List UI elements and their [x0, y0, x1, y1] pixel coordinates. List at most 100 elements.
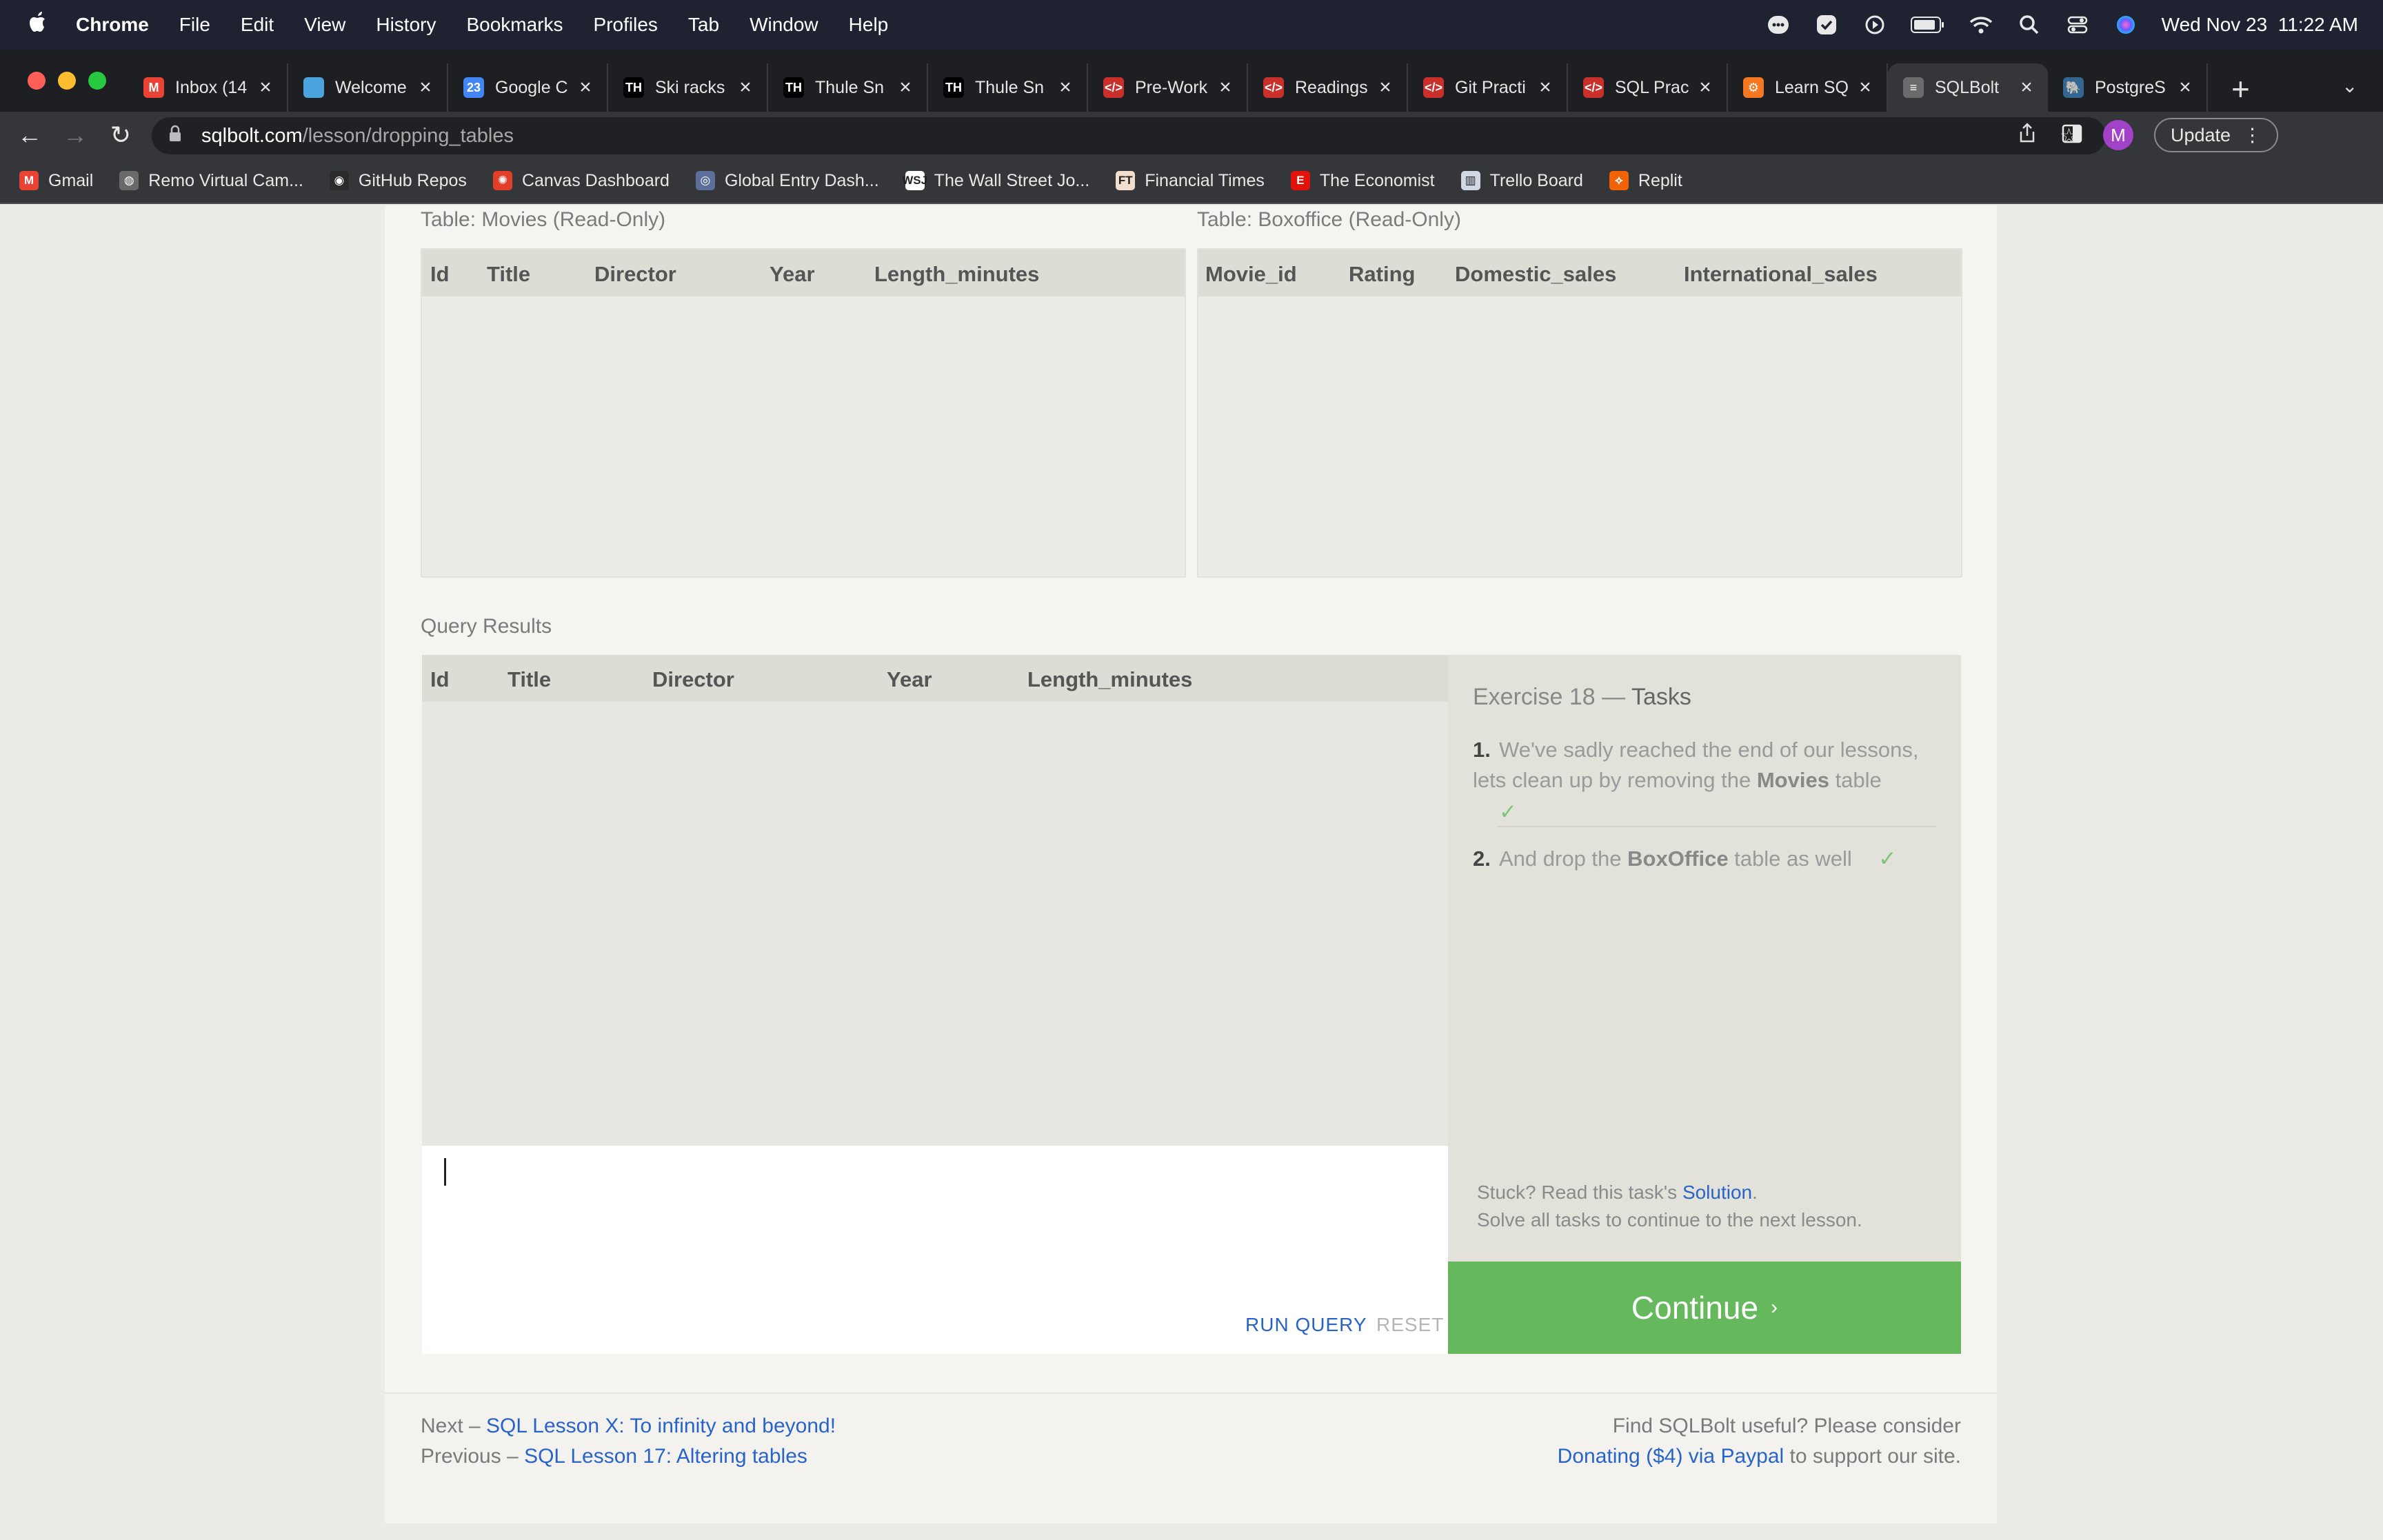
next-lesson-link[interactable]: SQL Lesson X: To infinity and beyond! — [486, 1415, 836, 1437]
bookmark-item[interactable]: ✺ Canvas Dashboard — [492, 171, 670, 191]
close-tab-icon[interactable]: × — [2018, 76, 2035, 99]
tab-title: Pre-Work — [1135, 77, 1208, 97]
lock-icon[interactable] — [168, 125, 192, 148]
bookmark-item[interactable]: ▥ Trello Board — [1460, 171, 1583, 191]
zoom-window-button[interactable] — [88, 72, 106, 90]
menu-bookmarks[interactable]: Bookmarks — [466, 14, 563, 36]
bookmark-item[interactable]: ◍ Remo Virtual Cam... — [119, 171, 303, 191]
menu-view[interactable]: View — [304, 14, 345, 36]
tab-title: Welcome — [335, 77, 407, 97]
minimize-window-button[interactable] — [58, 72, 76, 90]
reload-icon[interactable]: ↻ — [98, 121, 143, 150]
new-tab-button[interactable]: + — [2231, 70, 2250, 108]
close-tab-icon[interactable]: × — [1376, 76, 1394, 99]
checklist-icon[interactable] — [1814, 14, 1839, 35]
results-col-length: Length_minutes — [1027, 667, 1193, 691]
ft-icon: FT — [1116, 171, 1136, 190]
wifi-icon[interactable] — [1969, 14, 1993, 35]
spotlight-search-icon[interactable] — [2017, 14, 2042, 35]
continue-button[interactable]: Continue › — [1448, 1262, 1961, 1354]
close-tab-icon[interactable]: × — [1216, 76, 1234, 99]
browser-tab[interactable]: ⚙ Learn SQ × — [1728, 63, 1888, 112]
profile-avatar[interactable]: M — [2103, 120, 2133, 150]
previous-lesson-link[interactable]: SQL Lesson 17: Altering tables — [524, 1445, 807, 1468]
menu-bar-clock[interactable]: Wed Nov 23 11:22 AM — [2162, 14, 2358, 36]
close-tab-icon[interactable]: × — [1536, 76, 1554, 99]
browser-tab[interactable]: Welcome × — [288, 63, 448, 112]
browser-tab[interactable]: 🐘 PostgreS × — [2048, 63, 2208, 112]
sql-query-editor[interactable]: RUN QUERY RESET — [422, 1146, 1448, 1354]
browser-tab[interactable]: TH Thule Sn × — [928, 63, 1088, 112]
apple-menu-icon[interactable] — [25, 10, 52, 40]
update-label: Update — [2171, 124, 2231, 145]
browser-tab[interactable]: ≡ SQLBolt × — [1888, 63, 2048, 112]
movies-table-label: Table: Movies (Read-Only) — [421, 208, 666, 231]
address-bar[interactable]: sqlbolt.com/lesson/dropping_tables ☆ — [152, 117, 2106, 154]
task-number: 2. — [1473, 847, 1491, 871]
browser-tab[interactable]: </> Pre-Work × — [1088, 63, 1248, 112]
browser-tab[interactable]: M Inbox (14 × — [128, 63, 288, 112]
menu-profiles[interactable]: Profiles — [594, 14, 658, 36]
menu-help[interactable]: Help — [849, 14, 889, 36]
play-circle-icon[interactable] — [1862, 14, 1887, 35]
close-tab-icon[interactable]: × — [736, 76, 754, 99]
exercise-heading: Exercise 18 — Tasks — [1473, 684, 1691, 711]
menu-history[interactable]: History — [376, 14, 436, 36]
bookmark-item[interactable]: M Gmail — [19, 171, 93, 191]
close-tab-icon[interactable]: × — [1856, 76, 1874, 99]
close-tab-icon[interactable]: × — [576, 76, 594, 99]
close-tab-icon[interactable]: × — [1696, 76, 1714, 99]
browser-tab[interactable]: </> Git Practi × — [1408, 63, 1568, 112]
close-tab-icon[interactable]: × — [416, 76, 434, 99]
run-query-button[interactable]: RUN QUERY — [1245, 1314, 1367, 1336]
more-icon[interactable] — [1766, 14, 1791, 35]
trello-icon: ▥ — [1460, 171, 1480, 190]
canvas-icon: ✺ — [492, 171, 512, 190]
menu-edit[interactable]: Edit — [241, 14, 274, 36]
boxoffice-table-label: Table: Boxoffice (Read-Only) — [1197, 208, 1461, 231]
close-tab-icon[interactable]: × — [2176, 76, 2194, 99]
siri-icon[interactable] — [2113, 14, 2138, 35]
bookmark-item[interactable]: ◎ Global Entry Dash... — [695, 171, 879, 191]
menu-window[interactable]: Window — [750, 14, 818, 36]
bookmark-item[interactable]: FT Financial Times — [1116, 171, 1265, 191]
share-icon[interactable] — [2018, 123, 2036, 149]
github-icon: ◉ — [329, 171, 349, 190]
menu-app-chrome[interactable]: Chrome — [76, 14, 149, 36]
forward-arrow-icon[interactable]: → — [52, 121, 98, 150]
browser-tab[interactable]: </> SQL Prac × — [1568, 63, 1728, 112]
bookmark-item[interactable]: E The Economist — [1290, 171, 1435, 191]
reset-button[interactable]: RESET — [1376, 1314, 1444, 1336]
back-arrow-icon[interactable]: ← — [7, 121, 52, 150]
menu-file[interactable]: File — [179, 14, 210, 36]
side-panel-icon[interactable] — [2062, 124, 2082, 147]
donate-suffix: to support our site. — [1784, 1445, 1961, 1468]
gmail-icon: M — [19, 171, 39, 190]
browser-tab[interactable]: </> Readings × — [1248, 63, 1408, 112]
close-window-button[interactable] — [28, 72, 46, 90]
bookmark-item[interactable]: ⟡ Replit — [1609, 171, 1682, 191]
menu-tab[interactable]: Tab — [688, 14, 719, 36]
bookmark-label: The Wall Street Jo... — [934, 170, 1090, 190]
check-icon: ✓ — [1878, 847, 1897, 871]
gmail-icon: M — [143, 77, 164, 98]
tab-search-chevron-icon[interactable]: ⌄ — [2342, 74, 2357, 97]
stuck-period: . — [1752, 1182, 1758, 1203]
bookmark-item[interactable]: WSJ The Wall Street Jo... — [902, 170, 1090, 191]
browser-tab[interactable]: TH Thule Sn × — [768, 63, 928, 112]
browser-tab[interactable]: TH Ski racks × — [608, 63, 768, 112]
close-tab-icon[interactable]: × — [257, 76, 274, 99]
close-tab-icon[interactable]: × — [1056, 76, 1074, 99]
code-shield-icon: </> — [1583, 77, 1604, 98]
close-tab-icon[interactable]: × — [896, 76, 914, 99]
browser-tab[interactable]: 23 Google C × — [448, 63, 608, 112]
kebab-menu-icon[interactable]: ⋮ — [2243, 125, 2262, 146]
battery-icon[interactable] — [1910, 14, 1945, 35]
lesson-footer: Next – SQL Lesson X: To infinity and bey… — [385, 1392, 1997, 1523]
results-table-header: Id Title Director Year Length_minutes — [422, 655, 1448, 702]
bookmark-item[interactable]: ◉ GitHub Repos — [329, 171, 467, 191]
solution-link[interactable]: Solution — [1682, 1182, 1752, 1203]
update-button[interactable]: Update ⋮ — [2154, 118, 2279, 152]
donate-link[interactable]: Donating ($4) via Paypal — [1558, 1445, 1784, 1468]
control-center-icon[interactable] — [2065, 14, 2090, 35]
